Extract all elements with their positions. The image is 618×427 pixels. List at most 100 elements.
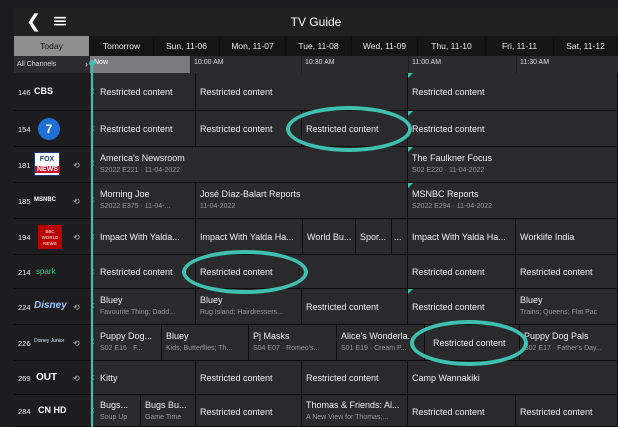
program-cell[interactable]: Restricted content bbox=[302, 111, 408, 147]
program-title: Restricted content bbox=[520, 407, 593, 417]
program-cell[interactable]: Restricted content bbox=[516, 255, 618, 289]
channel-row: 226 Disney Junior ⟲ ‹ Puppy Dog... S02 E… bbox=[14, 325, 618, 361]
program-cell[interactable]: World Bu... bbox=[303, 219, 356, 255]
program-subtitle: S04 E07 · Romeo's... bbox=[253, 345, 320, 352]
program-cell[interactable]: ‹ Restricted content bbox=[90, 255, 196, 289]
program-cell[interactable]: Restricted content bbox=[196, 111, 302, 147]
program-title: Morning Joe bbox=[100, 189, 150, 199]
record-icon[interactable]: ⟲ bbox=[73, 339, 80, 348]
program-title: Restricted content bbox=[100, 87, 173, 97]
program-cell[interactable]: José Díaz-Balart Reports 11-04-2022 bbox=[196, 183, 408, 219]
program-title: Restricted content bbox=[433, 338, 506, 348]
tab-thu[interactable]: Thu, 11-10 bbox=[418, 36, 486, 56]
program-cell[interactable]: Restricted content bbox=[196, 73, 408, 111]
channel-cell[interactable]: 269 OUT ⟲ bbox=[14, 361, 90, 395]
channel-number: 224 bbox=[18, 303, 31, 312]
record-icon[interactable]: ⟲ bbox=[73, 197, 80, 206]
program-cell[interactable]: Puppy Dog Pals S02 E17 · Father's Day... bbox=[520, 325, 618, 361]
channel-cell[interactable]: 185 MSNBC ⟲ bbox=[14, 183, 90, 219]
program-cell[interactable]: ‹ Bugs... Soup Up bbox=[90, 395, 141, 427]
program-cell[interactable]: ‹ Bluey Favourite Thing; Dadd... bbox=[90, 289, 196, 325]
program-cell[interactable]: Restricted content bbox=[408, 111, 618, 147]
program-cell[interactable]: Thomas & Friends: Al... A New View for T… bbox=[302, 395, 408, 427]
tab-fri[interactable]: Fri, 11-11 bbox=[486, 36, 554, 56]
program-cell[interactable]: Restricted content bbox=[408, 255, 516, 289]
program-cell[interactable]: Restricted content bbox=[302, 361, 408, 395]
channel-cell[interactable]: 154 7 bbox=[14, 111, 90, 147]
record-icon[interactable]: ⟲ bbox=[73, 233, 80, 242]
fox-news-logo: FOX NEWS bbox=[34, 152, 60, 176]
program-title: Bluey bbox=[520, 295, 543, 305]
abc7-logo: 7 bbox=[38, 118, 60, 140]
tab-sat[interactable]: Sat, 11-12 bbox=[554, 36, 618, 56]
program-cell[interactable]: Pj Masks S04 E07 · Romeo's... bbox=[249, 325, 337, 361]
program-title: Restricted content bbox=[306, 373, 379, 383]
tab-mon[interactable]: Mon, 11-07 bbox=[220, 36, 286, 56]
program-cell[interactable]: Bluey Kids; Butterflies; Th... bbox=[162, 325, 249, 361]
program-cell[interactable]: Restricted content bbox=[196, 395, 302, 427]
program-cell[interactable]: Restricted content bbox=[408, 73, 618, 111]
program-cell[interactable]: ‹ Kitty bbox=[90, 361, 196, 395]
program-cell[interactable]: Camp Wannakiki bbox=[408, 361, 618, 395]
program-cell[interactable]: Bluey Trains; Queens; Flat Pac bbox=[516, 289, 618, 325]
time-bar: All Channels › Now 10:00 AM 10:30 AM 11:… bbox=[14, 56, 618, 73]
program-cell[interactable]: ‹ Restricted content bbox=[90, 73, 196, 111]
program-title: Alice's Wonderla... bbox=[341, 331, 416, 341]
program-cell[interactable]: ... bbox=[392, 219, 408, 255]
record-icon[interactable]: ⟲ bbox=[73, 374, 80, 383]
now-marker: Now bbox=[90, 56, 190, 73]
program-cell[interactable]: Restricted content bbox=[196, 361, 302, 395]
program-cell[interactable]: Bugs Bu... Game Time bbox=[141, 395, 196, 427]
program-cell[interactable]: Restricted content bbox=[425, 325, 520, 361]
record-icon[interactable]: ⟲ bbox=[73, 303, 80, 312]
program-cell[interactable]: ‹ America's Newsroom S2022 E221 · 11-04-… bbox=[90, 147, 408, 183]
program-cell[interactable]: Bluey Rug Island; Hairdressers... bbox=[196, 289, 302, 325]
channel-number: 181 bbox=[18, 161, 31, 170]
program-cell[interactable]: Restricted content bbox=[196, 255, 408, 289]
program-cell[interactable]: ‹ Restricted content bbox=[90, 111, 196, 147]
program-cell[interactable]: ‹ Impact With Yalda... bbox=[90, 219, 196, 255]
all-channels-label: All Channels bbox=[17, 61, 57, 68]
channel-number: 194 bbox=[18, 233, 31, 242]
program-cell[interactable]: Spor... bbox=[356, 219, 392, 255]
record-icon[interactable]: ⟲ bbox=[73, 161, 80, 170]
program-cell[interactable]: Restricted content bbox=[408, 289, 516, 325]
program-cell[interactable]: Restricted content bbox=[408, 395, 516, 427]
channel-cell[interactable]: 214 spark bbox=[14, 255, 90, 289]
program-title: Restricted content bbox=[200, 124, 273, 134]
program-cell[interactable]: Alice's Wonderla... S01 E19 · Cream P... bbox=[337, 325, 425, 361]
program-cell[interactable]: Worklife India bbox=[516, 219, 618, 255]
tab-sun[interactable]: Sun, 11-06 bbox=[154, 36, 220, 56]
tab-tomorrow[interactable]: Tomorrow bbox=[90, 36, 154, 56]
channel-cell[interactable]: 226 Disney Junior ⟲ bbox=[14, 325, 90, 361]
program-subtitle: Soup Up bbox=[100, 414, 128, 421]
new-episode-marker bbox=[408, 73, 413, 78]
program-subtitle: 11-04-2022 bbox=[200, 203, 236, 210]
channel-cell[interactable]: 284 CN HD bbox=[14, 395, 90, 427]
tab-today[interactable]: Today bbox=[14, 36, 90, 56]
top-bar: ❮ ≡ TV Guide bbox=[14, 8, 618, 36]
program-cell[interactable]: ‹ Puppy Dog... S02 E16 · F... bbox=[90, 325, 162, 361]
program-cell[interactable]: MSNBC Reports S2022 E294 · 11-04-2022 bbox=[408, 183, 618, 219]
bbc-world-news-logo: BBC WORLD NEWS bbox=[38, 225, 62, 249]
program-title: Restricted content bbox=[412, 302, 485, 312]
channel-cell[interactable]: 224 Disney ⟲ bbox=[14, 289, 90, 325]
program-cell[interactable]: Impact With Yalda Ha... bbox=[408, 219, 516, 255]
program-cell[interactable]: Impact With Yalda Ha... bbox=[196, 219, 303, 255]
program-title: Bluey bbox=[166, 331, 189, 341]
program-cell[interactable]: Restricted content bbox=[302, 289, 408, 325]
all-channels-filter[interactable]: All Channels › bbox=[14, 56, 90, 73]
program-cell[interactable]: ‹ Morning Joe S2022 E375 · 11-04-... bbox=[90, 183, 196, 219]
tab-tue[interactable]: Tue, 11-08 bbox=[286, 36, 352, 56]
now-line bbox=[91, 62, 93, 427]
channel-cell[interactable]: 194 BBC WORLD NEWS ⟲ bbox=[14, 219, 90, 255]
program-subtitle: S02 E220 · 11-04-2022 bbox=[412, 167, 485, 174]
channel-cell[interactable]: 181 FOX NEWS ⟲ bbox=[14, 147, 90, 183]
tab-wed[interactable]: Wed, 11-09 bbox=[352, 36, 418, 56]
program-cell[interactable]: The Faulkner Focus S02 E220 · 11-04-2022 bbox=[408, 147, 618, 183]
program-title: ... bbox=[394, 232, 402, 242]
channel-cell[interactable]: 146 CBS bbox=[14, 73, 90, 111]
program-cell[interactable]: Restricted content bbox=[516, 395, 618, 427]
channel-row: 284 CN HD ‹ Bugs... Soup Up Bugs Bu... G… bbox=[14, 395, 618, 427]
time-divider bbox=[516, 56, 517, 73]
